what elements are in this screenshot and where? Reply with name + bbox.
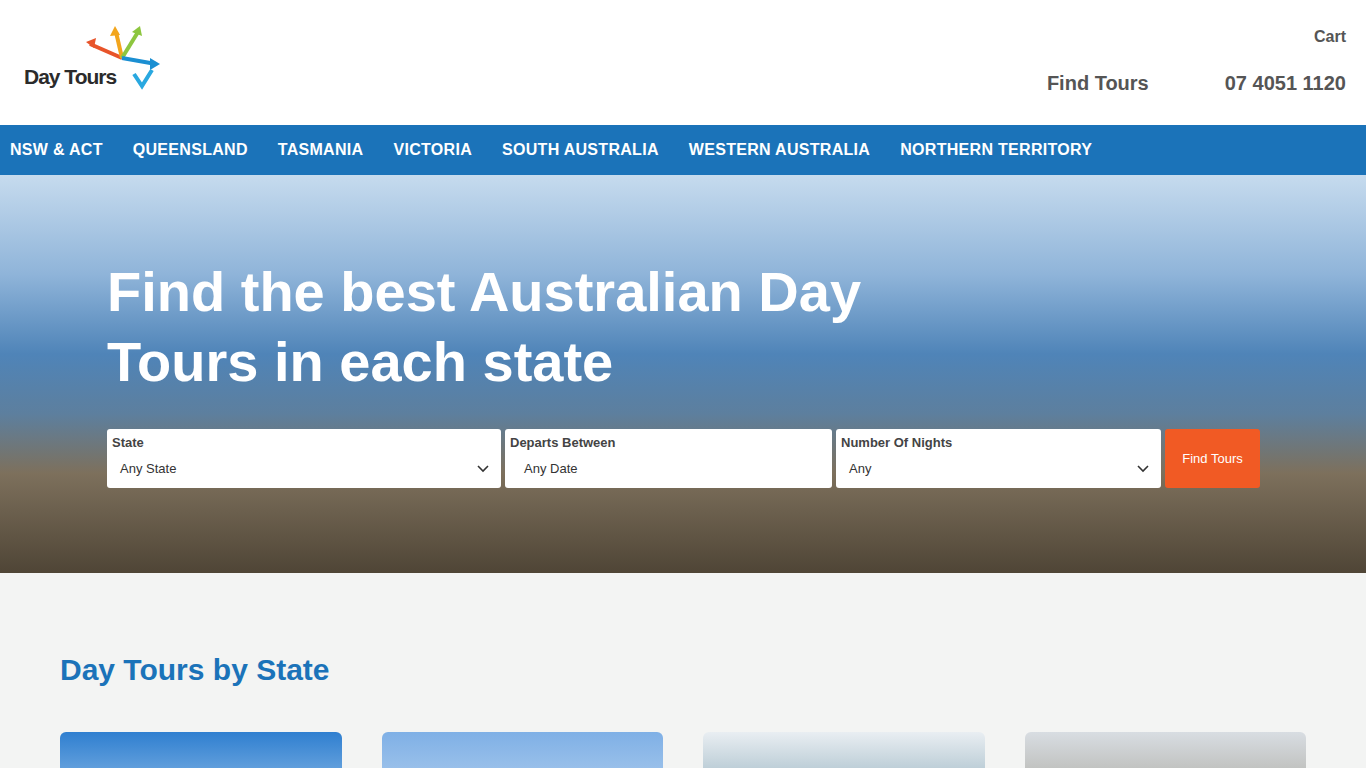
site-header: Day Tours Cart Find Tours 07 4051 1120 [0, 0, 1366, 125]
nav-item[interactable]: TASMANIA [278, 141, 364, 159]
field-value-row: Any [841, 461, 1149, 476]
hero: Find the best Australian Day Tours in ea… [0, 175, 1366, 573]
state-nav: NSW & ACT QUEENSLAND TASMANIA VICTORIA SOUTH… [0, 125, 1366, 175]
header-links: Cart Find Tours 07 4051 1120 [1047, 0, 1346, 125]
logo[interactable]: Day Tours [24, 0, 174, 125]
state-cards [60, 732, 1306, 768]
field-label: Number Of Nights [841, 435, 1149, 450]
field-value-row: Any State [112, 461, 489, 476]
nav-item[interactable]: WESTERN AUSTRALIA [689, 141, 870, 159]
states-section: Day Tours by State [0, 573, 1366, 768]
chevron-down-icon [477, 465, 489, 473]
field-value: Any Date [518, 461, 577, 476]
nav-item[interactable]: NORTHERN TERRITORY [900, 141, 1092, 159]
field-label: Departs Between [510, 435, 820, 450]
field-value-row: Any Date [510, 461, 820, 476]
logo-text: Day Tours [24, 65, 116, 125]
phone-link[interactable]: 07 4051 1120 [1225, 72, 1346, 95]
state-card[interactable] [1025, 732, 1307, 768]
find-tours-button[interactable]: Find Tours [1165, 429, 1260, 488]
field-value: Any [849, 461, 871, 476]
header-row: Find Tours 07 4051 1120 [1047, 72, 1346, 95]
nav-item[interactable]: QUEENSLAND [133, 141, 248, 159]
search-field[interactable]: State Any State [107, 429, 501, 488]
nav-item[interactable]: VICTORIA [393, 141, 472, 159]
nav-item[interactable]: NSW & ACT [10, 141, 103, 159]
state-card[interactable] [382, 732, 664, 768]
state-card[interactable] [703, 732, 985, 768]
page: Day Tours Cart Find Tours 07 4051 1120 NSW &… [0, 0, 1366, 768]
search-field[interactable]: Number Of Nights Any [836, 429, 1161, 488]
field-value: Any State [120, 461, 176, 476]
search-form: State Any State Departs Between Any Date Num… [107, 429, 1366, 488]
section-title: Day Tours by State [60, 653, 1306, 687]
field-label: State [112, 435, 489, 450]
search-field[interactable]: Departs Between Any Date [505, 429, 832, 488]
cart-link[interactable]: Cart [1314, 28, 1346, 46]
hero-title: Find the best Australian Day Tours in ea… [107, 257, 927, 397]
chevron-down-icon [1137, 465, 1149, 473]
state-card[interactable] [60, 732, 342, 768]
nav-item[interactable]: SOUTH AUSTRALIA [502, 141, 659, 159]
find-tours-link[interactable]: Find Tours [1047, 72, 1149, 95]
